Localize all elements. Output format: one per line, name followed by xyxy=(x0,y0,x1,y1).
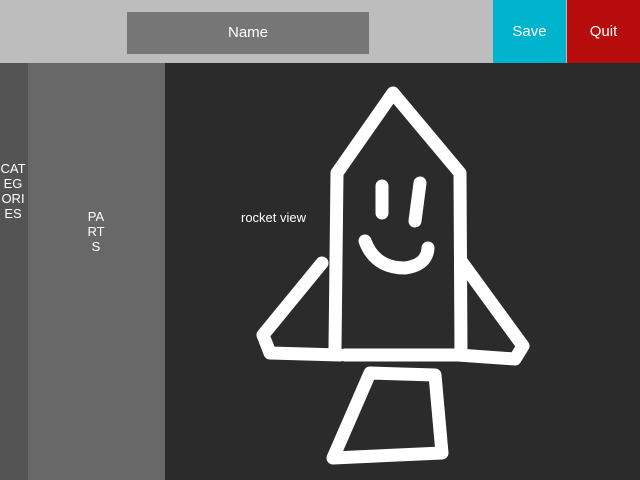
rocket-sketch-icon xyxy=(256,86,530,465)
rocket-view[interactable]: rocket view xyxy=(165,63,640,480)
top-bar: Save Quit xyxy=(0,0,640,63)
categories-label: CATEGORIES xyxy=(0,161,26,221)
parts-panel[interactable]: PARTS xyxy=(28,63,165,480)
rocket-view-label: rocket view xyxy=(241,210,307,225)
rocket-nozzle xyxy=(326,366,449,465)
rocket-builder-app: Save Quit CATEGORIES PARTS rocket view xyxy=(0,0,640,480)
parts-label: PARTS xyxy=(87,209,105,254)
name-field[interactable] xyxy=(127,12,369,54)
categories-panel[interactable]: CATEGORIES xyxy=(0,63,28,480)
save-button[interactable]: Save xyxy=(493,0,566,63)
quit-button[interactable]: Quit xyxy=(567,0,640,63)
rocket-left-fin xyxy=(256,256,347,362)
rocket-eye-right xyxy=(408,176,427,228)
rocket-right-fin xyxy=(451,254,530,366)
rocket-smile xyxy=(358,234,435,275)
rocket-body xyxy=(328,86,468,362)
